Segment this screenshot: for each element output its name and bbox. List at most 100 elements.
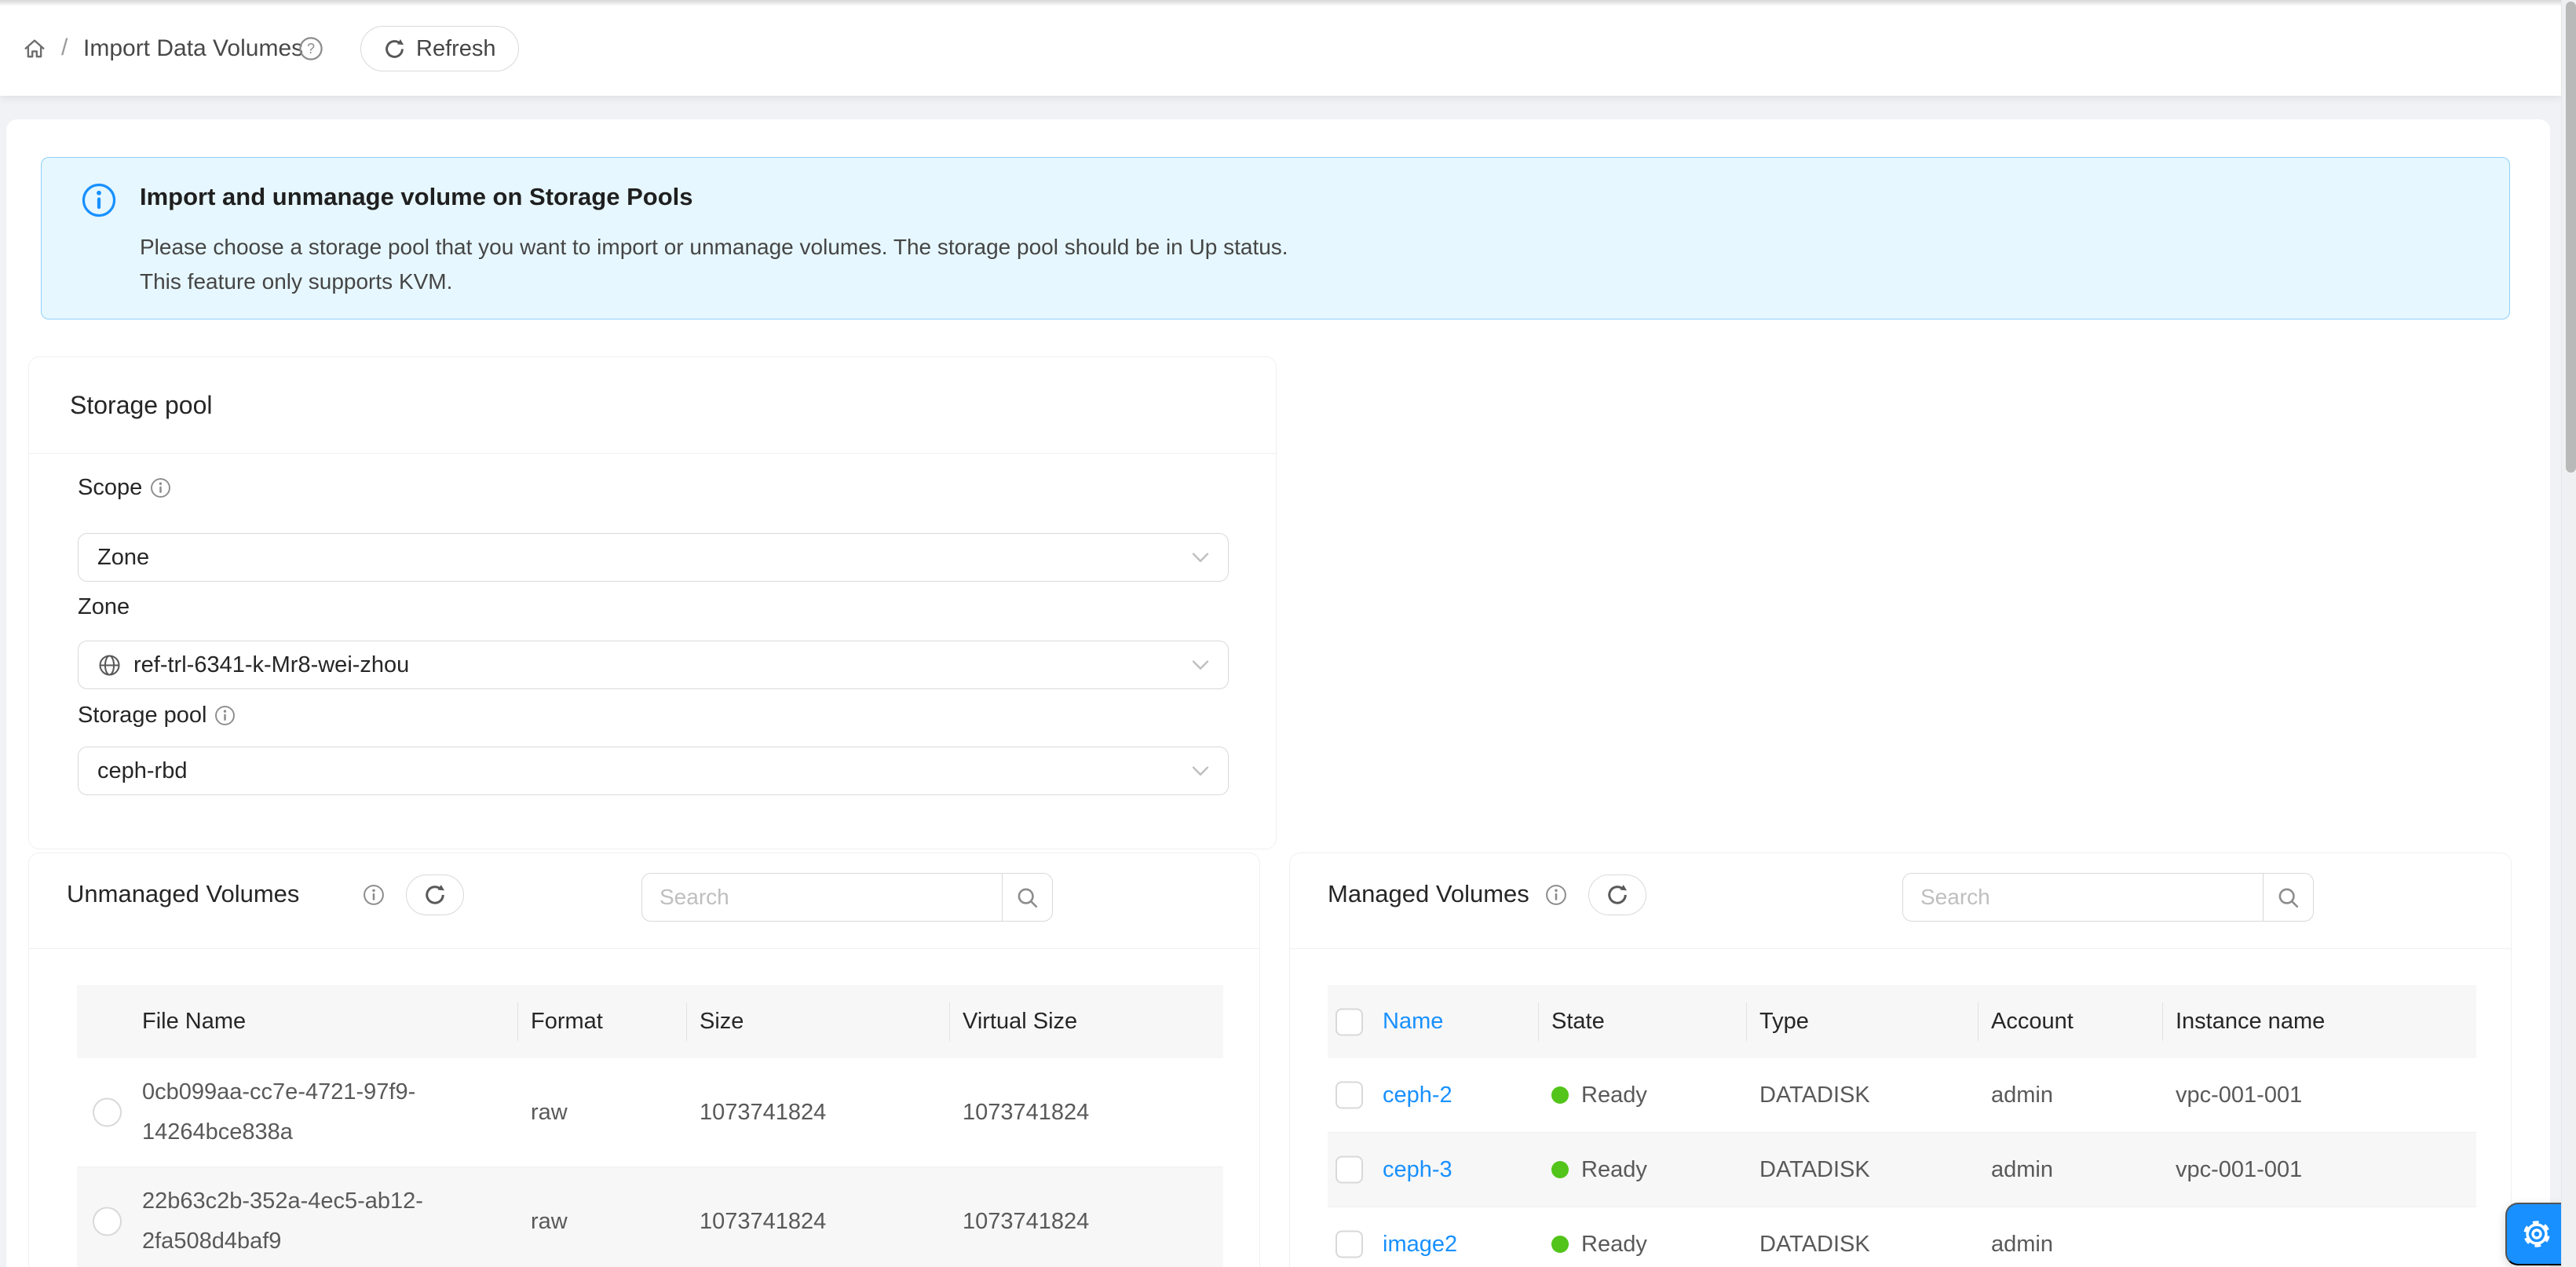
top-navigation-bar: / Import Data Volumes Refresh [0,0,2561,96]
zone-field-label: Zone [78,594,130,620]
reload-icon [1606,883,1629,907]
unmanaged-volumes-title: Unmanaged Volumes [67,880,299,908]
cell-file: 22b63c2b-352a-4ec5-ab12-2fa508d4baf9 [142,1167,505,1267]
managed-volumes-table: NameStateTypeAccountInstance name ceph-2… [1328,985,2476,1267]
managed-table-row: image2ReadyDATADISKadmin [1328,1207,2476,1267]
managed-refresh-button[interactable] [1588,874,1646,915]
unmanaged-search-button[interactable] [1002,873,1053,922]
alert-title: Import and unmanage volume on Storage Po… [140,183,692,211]
column-header-file: File Name [142,985,505,1058]
cell-fmt: raw [531,1167,680,1267]
cell-vsize: 1073741824 [963,1058,1214,1167]
unmanaged-table-row: 0cb099aa-cc7e-4721-97f9-14264bce838araw1… [77,1058,1223,1167]
gear-icon [2519,1216,2555,1252]
header-column-separator [2162,1002,2163,1041]
settings-fab-button[interactable] [2505,1203,2568,1265]
unmanaged-refresh-button[interactable] [406,874,464,915]
unmanaged-search-input[interactable] [641,873,1003,922]
row-checkbox[interactable] [1336,1231,1363,1258]
cell-state: Ready [1551,1207,1744,1267]
cell-state: Ready [1551,1133,1744,1207]
unmanaged-info-icon[interactable] [363,884,385,906]
managed-search-button[interactable] [2263,873,2314,922]
cell-file: 0cb099aa-cc7e-4721-97f9-14264bce838a [142,1058,505,1167]
volume-name-link[interactable]: ceph-2 [1383,1058,1536,1132]
cell-size: 1073741824 [700,1167,943,1267]
main-content-panel: Import and unmanage volume on Storage Po… [6,119,2550,1267]
cell-type: DATADISK [1759,1133,1975,1207]
alert-description-line2: This feature only supports KVM. [140,265,1288,299]
cell-inst [2176,1207,2466,1267]
refresh-button-label: Refresh [416,36,496,62]
page-scrollbar[interactable] [2561,0,2576,1267]
column-header-state: State [1551,985,1744,1058]
select-all-checkbox[interactable] [1336,1008,1363,1035]
unmanaged-table-row: 22b63c2b-352a-4ec5-ab12-2fa508d4baf9raw1… [77,1167,1223,1267]
scope-field-label: Scope [78,475,171,501]
scope-label-text: Scope [78,475,142,501]
unmanaged-volumes-table: File NameFormatSizeVirtual Size 0cb099aa… [77,985,1223,1267]
state-text: Ready [1581,1083,1647,1108]
header-column-separator [1538,1002,1539,1041]
header-column-separator [949,1002,950,1041]
zone-select[interactable]: ref-trl-6341-k-Mr8-wei-zhou [78,641,1229,689]
zone-select-value: ref-trl-6341-k-Mr8-wei-zhou [133,652,409,678]
column-header-type: Type [1759,985,1975,1058]
home-icon[interactable] [22,36,47,61]
pool-select[interactable]: ceph-rbd [78,747,1229,795]
row-radio-button[interactable] [93,1098,122,1127]
globe-icon [97,653,122,677]
managed-search [1902,873,2314,922]
managed-info-icon[interactable] [1545,884,1567,906]
cell-acct: admin [1991,1058,2160,1132]
search-icon [2276,885,2300,910]
pool-label-text: Storage pool [78,703,206,728]
refresh-button[interactable]: Refresh [360,26,519,71]
volume-name-link[interactable]: ceph-3 [1383,1133,1536,1207]
cell-acct: admin [1991,1207,2160,1267]
scope-select[interactable]: Zone [78,533,1229,582]
header-column-separator [1978,1002,1979,1041]
cell-size: 1073741824 [700,1058,943,1167]
scope-info-icon[interactable] [150,477,171,498]
column-header-size: Size [700,985,943,1058]
header-column-separator [1746,1002,1747,1041]
state-text: Ready [1581,1232,1647,1258]
chevron-down-icon [1192,660,1209,670]
row-checkbox[interactable] [1336,1082,1363,1109]
header-column-separator [686,1002,687,1041]
volume-name-link[interactable]: image2 [1383,1207,1536,1267]
cell-vsize: 1073741824 [963,1167,1214,1267]
search-icon [1015,885,1040,910]
chevron-down-icon [1192,553,1209,563]
managed-volumes-title: Managed Volumes [1328,880,1529,908]
unmanaged-volumes-header: Unmanaged Volumes [29,853,1259,949]
help-question-icon[interactable] [298,36,323,61]
managed-volumes-card: Managed Volumes NameStateTypeAccountInst… [1289,853,2512,1267]
pool-info-icon[interactable] [214,705,236,726]
managed-search-input[interactable] [1902,873,2264,922]
cell-inst: vpc-001-001 [2176,1058,2466,1132]
cell-type: DATADISK [1759,1058,1975,1132]
cell-inst: vpc-001-001 [2176,1133,2466,1207]
storage-pool-card-header: Storage pool [29,357,1276,454]
unmanaged-search [641,873,1053,922]
breadcrumb-page-title: Import Data Volumes [83,35,303,62]
zone-label-text: Zone [78,594,130,620]
column-header-acct: Account [1991,985,2160,1058]
row-radio-button[interactable] [93,1207,122,1236]
unmanaged-volumes-card: Unmanaged Volumes File NameFormatSizeVir… [28,853,1260,1267]
column-header-inst: Instance name [2176,985,2466,1058]
info-circle-icon [81,182,117,218]
row-checkbox[interactable] [1336,1156,1363,1184]
scope-select-value: Zone [97,545,149,571]
cell-fmt: raw [531,1058,680,1167]
reload-icon [383,38,406,60]
cell-acct: admin [1991,1133,2160,1207]
scrollbar-thumb[interactable] [2566,2,2576,473]
storage-pool-card: Storage pool Scope Zone Zone ref-trl-634… [28,356,1277,849]
column-header-name: Name [1383,985,1536,1058]
storage-pool-card-title: Storage pool [70,357,212,454]
state-text: Ready [1581,1157,1647,1183]
column-header-vsize: Virtual Size [963,985,1214,1058]
